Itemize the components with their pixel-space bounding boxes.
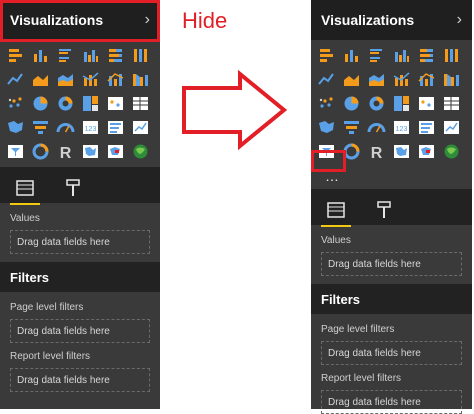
right-arrow-icon: [180, 69, 290, 155]
waterfall-icon[interactable]: [31, 142, 50, 161]
visualizations-pane-left: Visualizations › 123 R Values Drag data …: [0, 0, 160, 409]
pie-icon[interactable]: [31, 94, 50, 113]
line-column-icon[interactable]: [392, 70, 411, 89]
header-highlight-box: [0, 0, 160, 42]
100pct-column-icon[interactable]: [442, 46, 461, 65]
kpi-icon[interactable]: [442, 118, 461, 137]
treemap-icon[interactable]: [392, 94, 411, 113]
clustered-bar-icon[interactable]: [56, 46, 75, 65]
report-filters-drop-zone[interactable]: Drag data fields here: [10, 368, 150, 392]
funnel-icon[interactable]: [31, 118, 50, 137]
ribbon-icon[interactable]: [131, 70, 150, 89]
funnel-icon[interactable]: [342, 118, 361, 137]
table-icon[interactable]: [131, 94, 150, 113]
more-highlight-box: [311, 150, 346, 172]
pie-icon[interactable]: [342, 94, 361, 113]
line-column2-icon[interactable]: [106, 70, 125, 89]
tab-format[interactable]: [369, 195, 399, 225]
multirow-card-icon[interactable]: [417, 118, 436, 137]
filters-header: Filters: [0, 262, 160, 292]
collapse-chevron-icon[interactable]: ›: [457, 11, 462, 29]
visualizations-header[interactable]: Visualizations ›: [311, 0, 472, 40]
line-column-icon[interactable]: [81, 70, 100, 89]
visual-icon-grid: 123 R: [311, 40, 472, 167]
card-icon[interactable]: 123: [81, 118, 100, 137]
100pct-bar-icon[interactable]: [417, 46, 436, 65]
multirow-card-icon[interactable]: [106, 118, 125, 137]
map-icon[interactable]: [417, 94, 436, 113]
arcgis-icon[interactable]: [442, 142, 461, 161]
values-drop-zone[interactable]: Drag data fields here: [10, 230, 150, 254]
stacked-bar-icon[interactable]: [317, 46, 336, 65]
map-icon[interactable]: [106, 94, 125, 113]
page-level-filters-label: Page level filters: [10, 302, 84, 313]
slicer-icon[interactable]: [6, 142, 25, 161]
page-filters-drop-zone[interactable]: Drag data fields here: [321, 341, 462, 365]
area-chart-icon[interactable]: [342, 70, 361, 89]
clustered-column-icon[interactable]: [392, 46, 411, 65]
filled-map-icon[interactable]: [6, 118, 25, 137]
visualizations-title: Visualizations: [321, 12, 415, 28]
donut-icon[interactable]: [56, 94, 75, 113]
svg-text:R: R: [371, 145, 383, 161]
tab-fields[interactable]: [321, 195, 351, 227]
visual-icon-grid: 123 R: [0, 40, 160, 167]
line-chart-icon[interactable]: [317, 70, 336, 89]
tab-format[interactable]: [58, 173, 88, 203]
gauge-icon[interactable]: [367, 118, 386, 137]
svg-text:R: R: [60, 145, 72, 161]
globe-icon[interactable]: [417, 142, 436, 161]
svg-text:123: 123: [396, 126, 408, 133]
filters-header: Filters: [311, 284, 472, 314]
r-visual-icon[interactable]: R: [367, 142, 386, 161]
visualizations-pane-right: Visualizations › 123 R … Values Drag dat…: [311, 0, 472, 414]
report-level-filters-label: Report level filters: [321, 373, 402, 384]
gauge-icon[interactable]: [56, 118, 75, 137]
card-icon[interactable]: 123: [392, 118, 411, 137]
line-column2-icon[interactable]: [417, 70, 436, 89]
report-level-filters-label: Report level filters: [10, 351, 91, 362]
stacked-area-icon[interactable]: [56, 70, 75, 89]
table-icon[interactable]: [442, 94, 461, 113]
area-chart-icon[interactable]: [31, 70, 50, 89]
pane-tabs: [311, 189, 472, 227]
scatter-icon[interactable]: [317, 94, 336, 113]
donut-icon[interactable]: [367, 94, 386, 113]
line-chart-icon[interactable]: [6, 70, 25, 89]
shape-map-icon[interactable]: [392, 142, 411, 161]
treemap-icon[interactable]: [81, 94, 100, 113]
values-label: Values: [321, 235, 351, 246]
clustered-column-icon[interactable]: [81, 46, 100, 65]
scatter-icon[interactable]: [6, 94, 25, 113]
report-filters-drop-zone[interactable]: Drag data fields here: [321, 390, 462, 414]
stacked-bar-icon[interactable]: [6, 46, 25, 65]
page-level-filters-label: Page level filters: [321, 324, 395, 335]
hide-annotation: Hide: [182, 8, 228, 33]
100pct-bar-icon[interactable]: [106, 46, 125, 65]
values-drop-zone[interactable]: Drag data fields here: [321, 252, 462, 276]
svg-text:123: 123: [85, 126, 97, 133]
stacked-column-icon[interactable]: [342, 46, 361, 65]
ribbon-icon[interactable]: [442, 70, 461, 89]
page-filters-drop-zone[interactable]: Drag data fields here: [10, 319, 150, 343]
values-label: Values: [10, 213, 40, 224]
arcgis-icon[interactable]: [131, 142, 150, 161]
globe-icon[interactable]: [106, 142, 125, 161]
pane-tabs: [0, 167, 160, 205]
r-visual-icon[interactable]: R: [56, 142, 75, 161]
100pct-column-icon[interactable]: [131, 46, 150, 65]
stacked-column-icon[interactable]: [31, 46, 50, 65]
kpi-icon[interactable]: [131, 118, 150, 137]
stacked-area-icon[interactable]: [367, 70, 386, 89]
tab-fields[interactable]: [10, 173, 40, 205]
clustered-bar-icon[interactable]: [367, 46, 386, 65]
shape-map-icon[interactable]: [81, 142, 100, 161]
filled-map-icon[interactable]: [317, 118, 336, 137]
